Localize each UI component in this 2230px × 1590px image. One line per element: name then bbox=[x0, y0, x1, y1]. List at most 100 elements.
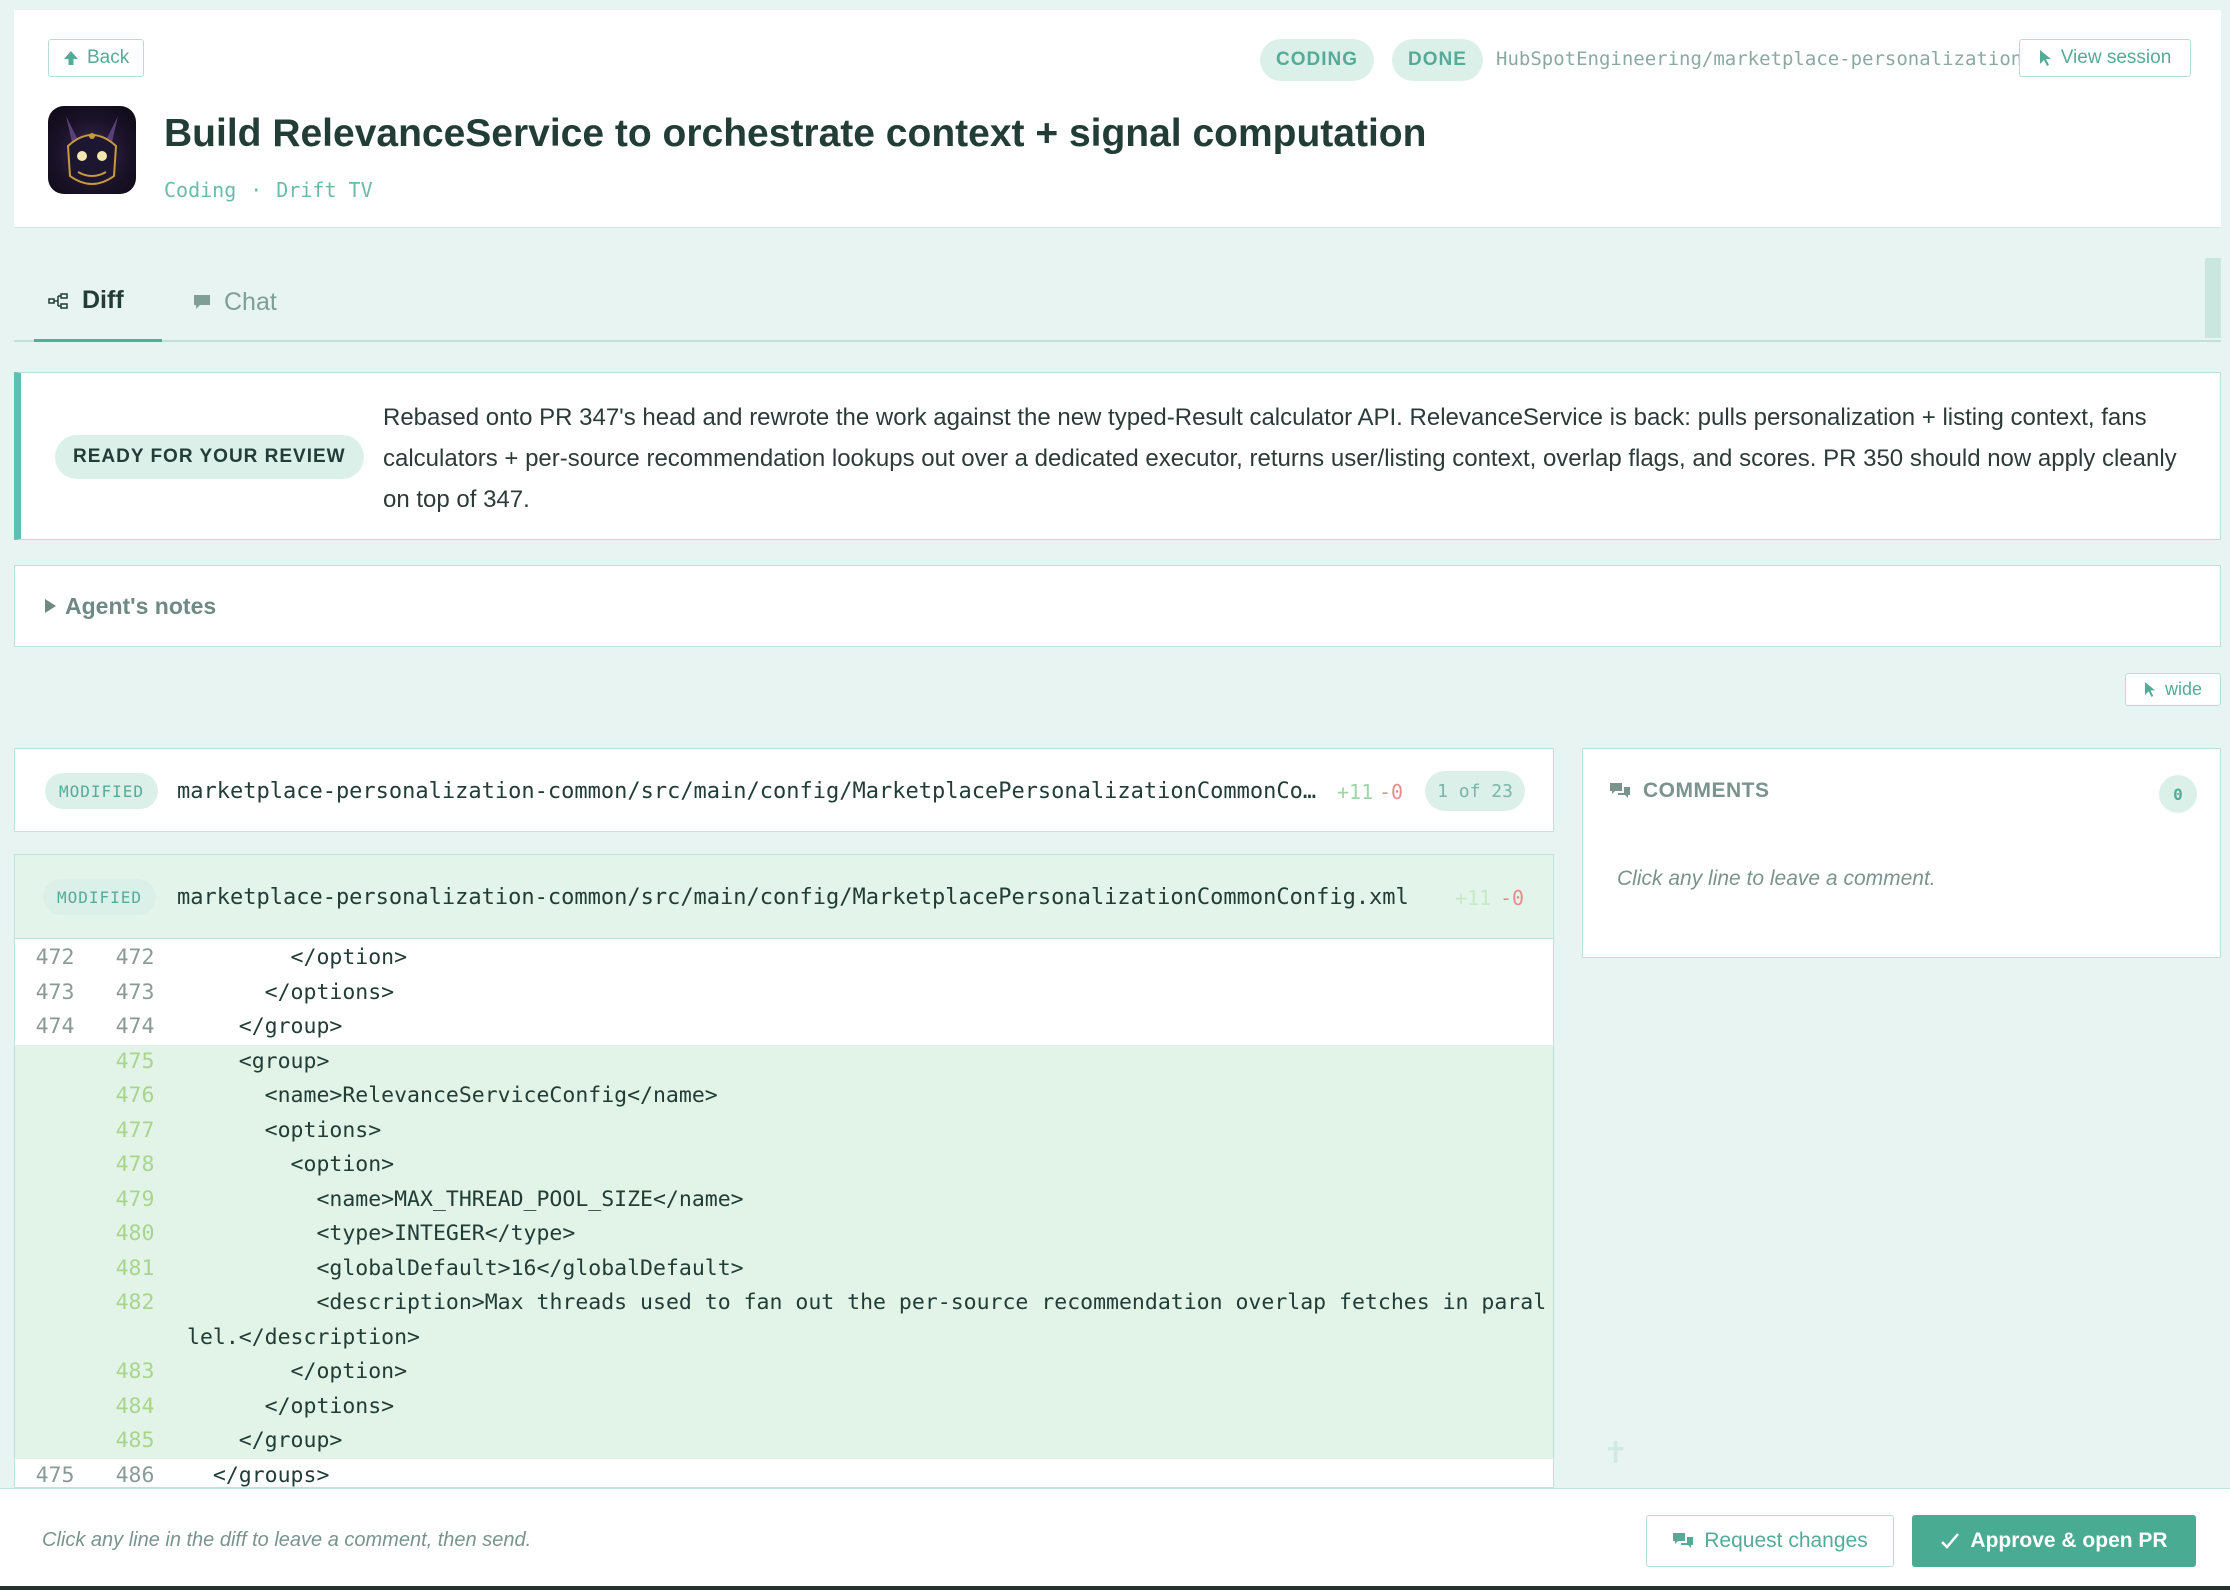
code-text: </option> bbox=[187, 945, 408, 970]
view-session-button[interactable]: View session bbox=[2019, 39, 2191, 77]
additions-count: +11 bbox=[1337, 780, 1374, 804]
comments-count-badge: 0 bbox=[2159, 775, 2197, 813]
new-line-number: 481 bbox=[115, 1255, 155, 1281]
new-line-number: 484 bbox=[115, 1393, 155, 1419]
subtitle-separator: · bbox=[250, 178, 263, 202]
tab-chat[interactable]: Chat bbox=[192, 262, 277, 342]
task-subtitle: Coding · Drift TV bbox=[164, 178, 373, 202]
code-text: <options> bbox=[187, 1117, 382, 1143]
diff-line-added[interactable]: 482 <description>Max threads used to fan… bbox=[15, 1286, 1553, 1355]
cursor-icon bbox=[2039, 50, 2051, 66]
file-path: marketplace-personalization-common/src/m… bbox=[177, 885, 1409, 910]
additions-count: +11 bbox=[1455, 886, 1492, 910]
diff-line-context[interactable]: 472 472 </option> bbox=[15, 941, 1553, 976]
agent-notes-label: Agent's notes bbox=[65, 592, 217, 619]
old-line-number bbox=[15, 1183, 95, 1218]
file-navigator[interactable]: MODIFIED marketplace-personalization-com… bbox=[14, 748, 1554, 832]
code-text: <description>Max threads used to fan out… bbox=[187, 1290, 1547, 1350]
deletions-count: -0 bbox=[1379, 780, 1404, 804]
new-line-number: 480 bbox=[115, 1221, 155, 1246]
back-button[interactable]: Back bbox=[48, 39, 145, 77]
status-pill-done: DONE bbox=[1392, 39, 1483, 81]
new-line-number: 474 bbox=[115, 1014, 155, 1039]
approve-open-pr-button[interactable]: Approve & open PR bbox=[1912, 1515, 2196, 1567]
footer-hint: Click any line in the diff to leave a co… bbox=[42, 1529, 532, 1551]
review-footer: Click any line in the diff to leave a co… bbox=[0, 1488, 2230, 1590]
new-line-number: 483 bbox=[115, 1359, 155, 1384]
scrollbar-thumb[interactable] bbox=[2205, 258, 2221, 338]
repo-name[interactable]: HubSpotEngineering/marketplace-personali… bbox=[1496, 48, 2022, 70]
code-text: <globalDefault>16</globalDefault> bbox=[187, 1255, 744, 1281]
diff-line-added[interactable]: 484 </options> bbox=[15, 1389, 1553, 1425]
wide-label: wide bbox=[2164, 679, 2203, 699]
arrow-up-icon bbox=[64, 51, 78, 65]
diff-line-added[interactable]: 481 <globalDefault>16</globalDefault> bbox=[15, 1251, 1553, 1286]
diff-line-added[interactable]: 478 <option> bbox=[15, 1148, 1553, 1183]
code-text: <name>RelevanceServiceConfig</name> bbox=[187, 1083, 718, 1108]
old-line-number bbox=[15, 1217, 95, 1252]
diff-line-added[interactable]: 476 <name>RelevanceServiceConfig</name> bbox=[15, 1079, 1553, 1114]
request-changes-label: Request changes bbox=[1704, 1529, 1868, 1552]
code-text: </groups> bbox=[187, 1462, 330, 1488]
wide-toggle-button[interactable]: wide bbox=[2125, 673, 2221, 706]
diff-line-added[interactable]: 479 <name>MAX_THREAD_POOL_SIZE</name> bbox=[15, 1182, 1553, 1218]
code-text: <option> bbox=[187, 1152, 395, 1177]
comments-header: COMMENTS bbox=[1609, 779, 1770, 803]
window-bottom-edge bbox=[0, 1586, 2230, 1590]
review-summary: Rebased onto PR 347's head and rewrote t… bbox=[383, 404, 2177, 513]
diff-line-added[interactable]: 477 <options> bbox=[15, 1113, 1553, 1148]
file-counter[interactable]: 1 of 23 bbox=[1425, 771, 1525, 811]
cursor-icon bbox=[2144, 682, 2156, 697]
code-text: <type>INTEGER</type> bbox=[187, 1221, 576, 1246]
old-line-number bbox=[15, 1148, 95, 1183]
diff-line-context[interactable]: 474 474 </group> bbox=[15, 1010, 1553, 1045]
diff-icon bbox=[48, 292, 68, 309]
diff-line-added[interactable]: 483 </option> bbox=[15, 1355, 1553, 1390]
old-line-number: 473 bbox=[35, 979, 75, 1005]
diff-line-added[interactable]: 475 <group> bbox=[15, 1044, 1553, 1080]
project-name: Drift TV bbox=[276, 178, 373, 202]
old-line-number: 472 bbox=[35, 945, 75, 970]
new-line-number: 475 bbox=[115, 1048, 155, 1074]
new-line-number: 477 bbox=[115, 1117, 155, 1143]
diff-line-context[interactable]: 473 473 </options> bbox=[15, 976, 1553, 1011]
request-changes-button[interactable]: Request changes bbox=[1646, 1515, 1894, 1567]
file-status-badge: MODIFIED bbox=[43, 879, 157, 915]
code-text: <group> bbox=[187, 1048, 330, 1074]
tab-bar: Diff Chat bbox=[14, 262, 2221, 342]
old-line-number bbox=[15, 1390, 95, 1425]
old-line-number: 475 bbox=[35, 1462, 75, 1488]
code-text: </group> bbox=[187, 1014, 343, 1039]
comments-icon bbox=[1610, 783, 1630, 798]
old-line-number bbox=[15, 1045, 95, 1080]
comments-empty-state: Click any line to leave a comment. bbox=[1617, 867, 1936, 890]
diff-line-added[interactable]: 485 </group> bbox=[15, 1424, 1553, 1459]
new-line-number: 485 bbox=[115, 1428, 155, 1453]
agent-notes-toggle[interactable]: Agent's notes bbox=[14, 565, 2221, 647]
tab-diff[interactable]: Diff bbox=[34, 262, 162, 342]
back-label: Back bbox=[87, 47, 130, 68]
pin-icon: ✝ bbox=[1603, 1437, 1629, 1470]
comments-title: COMMENTS bbox=[1643, 779, 1770, 802]
task-header: Back CODING DONE HubSpotEngineering/mark… bbox=[14, 10, 2221, 228]
diff-line-context[interactable]: 475 486 </groups> bbox=[15, 1459, 1553, 1488]
tab-chat-label: Chat bbox=[224, 287, 277, 316]
new-line-number: 476 bbox=[115, 1083, 155, 1108]
diff-line-added[interactable]: 480 <type>INTEGER</type> bbox=[15, 1217, 1553, 1252]
chat-bubble-icon bbox=[194, 295, 210, 309]
new-line-number: 486 bbox=[115, 1462, 155, 1488]
diff-lines: 472 472 </option> 473 473 </options> 474 474 … bbox=[15, 941, 1553, 1488]
review-banner: READY FOR YOUR REVIEW Rebased onto PR 34… bbox=[14, 372, 2221, 540]
old-line-number bbox=[15, 1286, 95, 1355]
tab-diff-label: Diff bbox=[82, 286, 124, 314]
old-line-number bbox=[15, 1424, 95, 1459]
new-line-number: 479 bbox=[115, 1186, 155, 1212]
comments-panel: COMMENTS 0 Click any line to leave a com… bbox=[1582, 748, 2221, 958]
old-line-number bbox=[15, 1355, 95, 1390]
file-status-badge: MODIFIED bbox=[45, 773, 159, 809]
task-type: Coding bbox=[164, 178, 237, 202]
new-line-number: 473 bbox=[115, 979, 155, 1005]
new-line-number: 482 bbox=[115, 1290, 155, 1315]
deletions-count: -0 bbox=[1500, 886, 1525, 910]
old-line-number: 474 bbox=[35, 1014, 75, 1039]
